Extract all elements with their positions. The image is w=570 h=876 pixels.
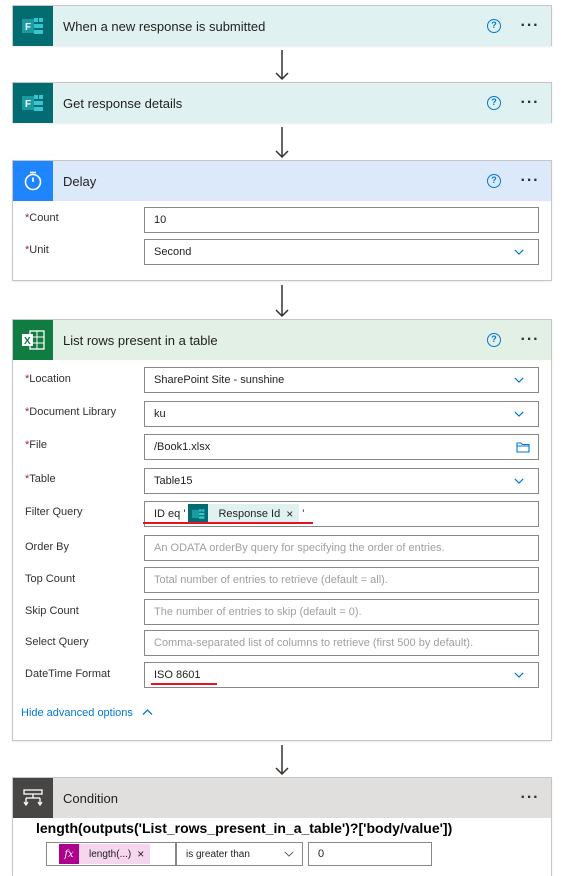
condition-icon	[13, 778, 53, 818]
location-select[interactable]: SharePoint Site - sunshine	[144, 367, 539, 393]
delay-card-header[interactable]: Delay ? ···	[13, 161, 551, 201]
datetime-format-label: DateTime Format	[25, 668, 111, 680]
order-by-input[interactable]: An ODATA orderBy query for specifying th…	[144, 535, 539, 561]
svg-text:X: X	[24, 336, 31, 347]
more-options-icon[interactable]: ···	[519, 173, 541, 189]
chevron-down-icon	[514, 478, 524, 484]
list-rows-card[interactable]: X List rows present in a table ? ··· *Lo…	[12, 319, 552, 741]
flow-arrow-icon	[275, 745, 289, 776]
condition-operator-value: is greater than	[186, 848, 250, 860]
excel-icon: X	[13, 320, 53, 360]
condition-title: Condition	[63, 790, 118, 806]
filter-suffix-text: '	[302, 508, 305, 520]
unit-select[interactable]: Second	[144, 239, 539, 265]
help-icon[interactable]: ?	[487, 19, 501, 33]
select-query-input[interactable]: Comma-separated list of columns to retri…	[144, 630, 539, 656]
filter-prefix-text: ID eq '	[154, 508, 186, 520]
annotation-underline	[151, 683, 217, 685]
list-rows-card-header[interactable]: X List rows present in a table ? ···	[13, 320, 551, 360]
more-options-icon[interactable]: ···	[519, 332, 541, 348]
chevron-down-icon	[514, 672, 524, 678]
delay-title: Delay	[63, 173, 97, 189]
annotation-underline	[143, 522, 313, 524]
filter-query-label: Filter Query	[25, 506, 83, 518]
document-library-select[interactable]: ku	[144, 401, 539, 427]
count-label: *Count	[25, 212, 59, 224]
response-id-token[interactable]: Response Id ×	[188, 504, 300, 524]
more-options-icon[interactable]: ···	[519, 95, 541, 111]
chevron-down-icon	[284, 851, 294, 857]
order-by-label: Order By	[25, 541, 70, 553]
hide-advanced-options-link[interactable]: Hide advanced options	[21, 707, 153, 719]
forms-icon: F	[13, 6, 53, 46]
datetime-format-value: ISO 8601	[154, 669, 201, 681]
fx-icon: fx	[59, 844, 79, 864]
forms-icon	[188, 504, 209, 524]
file-label: *File	[25, 439, 48, 451]
document-library-value: ku	[154, 408, 166, 420]
forms-icon: F	[13, 83, 53, 123]
more-options-icon[interactable]: ···	[519, 18, 541, 34]
help-icon[interactable]: ?	[487, 174, 501, 188]
delay-card[interactable]: Delay ? ··· *Count 10 *Unit Second	[12, 160, 552, 281]
file-value: /Book1.xlsx	[154, 441, 211, 453]
chevron-down-icon	[514, 249, 524, 255]
details-card-header[interactable]: F Get response details ? ···	[13, 83, 551, 123]
trigger-card-header[interactable]: F When a new response is submitted ? ···	[13, 6, 551, 46]
unit-label: *Unit	[25, 244, 49, 256]
help-icon[interactable]: ?	[487, 333, 501, 347]
more-options-icon[interactable]: ···	[519, 790, 541, 806]
location-value: SharePoint Site - sunshine	[154, 374, 285, 386]
folder-icon[interactable]	[516, 441, 530, 453]
hide-advanced-options-label: Hide advanced options	[21, 707, 133, 719]
chevron-up-icon	[142, 709, 153, 715]
count-input[interactable]: 10	[144, 207, 539, 233]
flow-arrow-icon	[275, 127, 289, 159]
flow-arrow-icon	[275, 285, 289, 318]
response-id-token-label: Response Id	[218, 508, 281, 520]
expression-token[interactable]: fx length(...) ×	[59, 844, 151, 864]
chevron-down-icon	[514, 377, 524, 383]
close-icon[interactable]: ×	[286, 507, 293, 521]
timer-icon	[13, 161, 53, 201]
svg-text:F: F	[25, 22, 31, 33]
file-picker[interactable]: /Book1.xlsx	[144, 434, 539, 460]
list-rows-title: List rows present in a table	[63, 332, 218, 348]
chevron-down-icon	[514, 411, 524, 417]
flow-arrow-icon	[275, 50, 289, 81]
condition-card-header[interactable]: Condition ···	[13, 778, 551, 818]
top-count-label: Top Count	[25, 573, 76, 585]
details-title: Get response details	[63, 95, 183, 111]
table-label: *Table	[25, 473, 56, 485]
skip-count-label: Skip Count	[25, 605, 79, 617]
skip-count-input[interactable]: The number of entries to skip (default =…	[144, 599, 539, 625]
trigger-title: When a new response is submitted	[63, 18, 266, 34]
svg-text:F: F	[25, 99, 31, 110]
unit-select-value: Second	[154, 246, 192, 258]
get-response-details-card[interactable]: F Get response details ? ···	[12, 82, 552, 123]
condition-operator-select[interactable]: is greater than	[176, 842, 303, 866]
location-label: *Location	[25, 373, 71, 385]
condition-right-operand[interactable]: 0	[308, 842, 432, 866]
table-select[interactable]: Table15	[144, 468, 539, 494]
close-icon[interactable]: ×	[137, 847, 144, 861]
expression-token-label: length(...)	[89, 848, 132, 860]
condition-expression: length(outputs('List_rows_present_in_a_t…	[36, 820, 453, 836]
condition-left-operand[interactable]: fx length(...) ×	[46, 842, 176, 866]
document-library-label: *Document Library	[25, 406, 117, 418]
select-query-label: Select Query	[25, 636, 89, 648]
condition-card[interactable]: Condition ··· length(outputs('List_rows_…	[12, 777, 552, 876]
trigger-card[interactable]: F When a new response is submitted ? ···	[12, 5, 552, 46]
help-icon[interactable]: ?	[487, 96, 501, 110]
table-value: Table15	[154, 475, 193, 487]
top-count-input[interactable]: Total number of entries to retrieve (def…	[144, 567, 539, 593]
